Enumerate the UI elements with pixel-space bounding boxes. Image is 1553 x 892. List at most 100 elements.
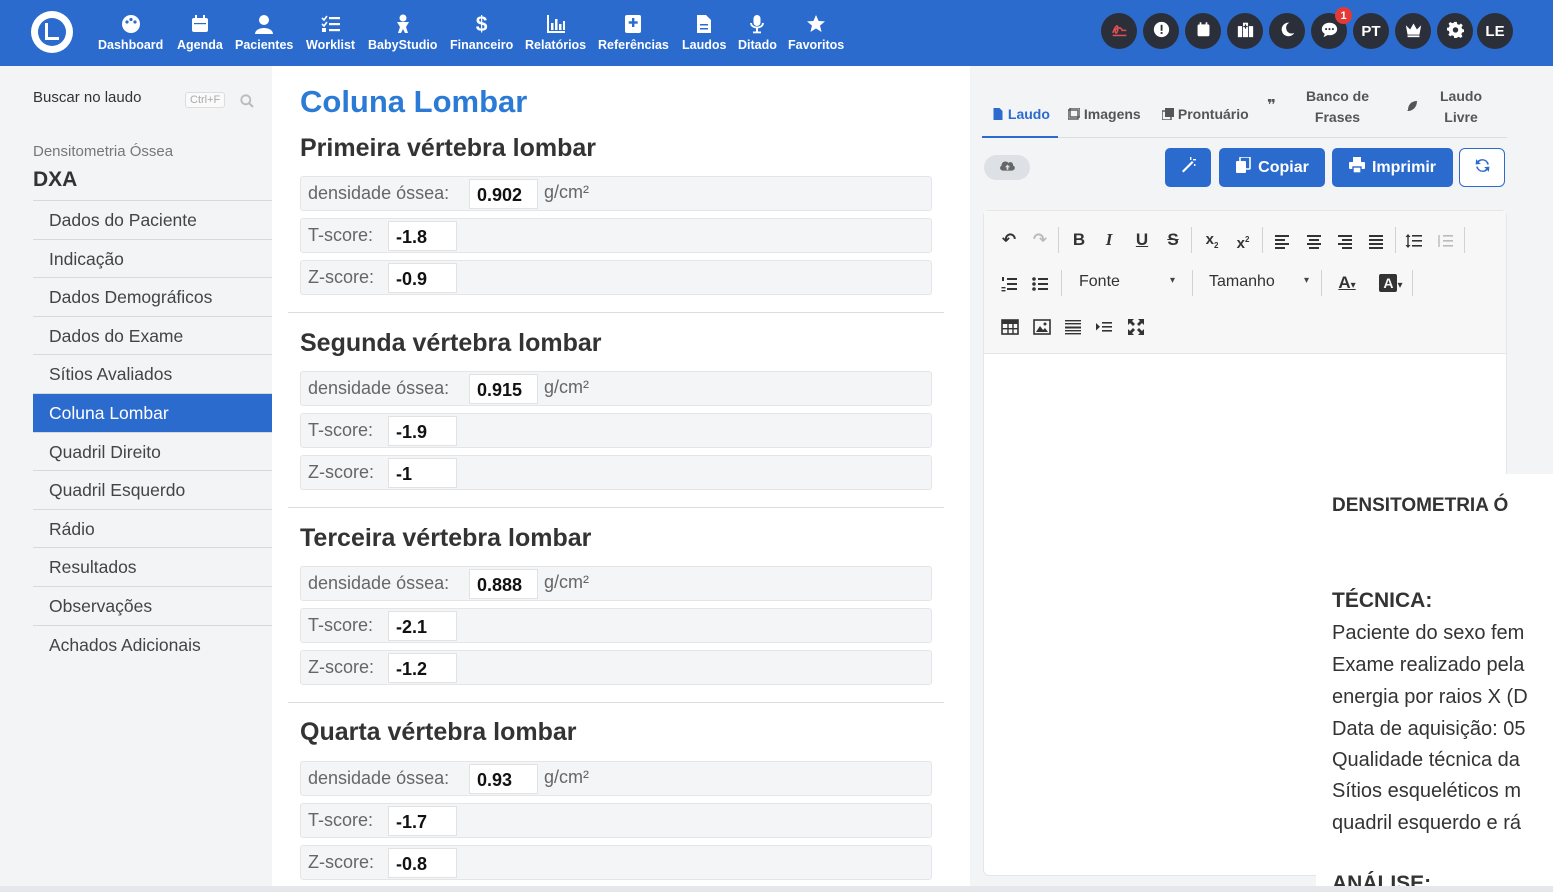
- sidebar-item-coluna-lombar[interactable]: Coluna Lombar: [33, 392, 272, 432]
- line-height-icon[interactable]: [1403, 227, 1425, 253]
- tab-livre-line2: Livre: [1444, 109, 1478, 125]
- nav-financeiro[interactable]: $ Financeiro: [450, 14, 513, 53]
- sidebar-item-quadril-esquerdo[interactable]: Quadril Esquerdo: [33, 470, 272, 509]
- search-icon[interactable]: [240, 94, 254, 108]
- settings-button[interactable]: [1437, 13, 1473, 49]
- vertebra-3-density-row: densidade óssea: 0.888 g/cm²: [300, 566, 932, 601]
- sidebar-item-dados-do-exame[interactable]: Dados do Exame: [33, 315, 272, 355]
- sidebar-item-observacoes[interactable]: Observações: [33, 585, 272, 625]
- nav-babystudio-label: BabyStudio: [368, 38, 438, 52]
- subscript-icon[interactable]: x2: [1200, 227, 1224, 253]
- size-select-label: Tamanho: [1209, 273, 1275, 290]
- underline-icon[interactable]: U: [1131, 227, 1153, 253]
- hospital-button[interactable]: [1227, 13, 1263, 49]
- indent-icon[interactable]: [1092, 313, 1116, 339]
- image-icon[interactable]: [1030, 313, 1054, 339]
- table-icon[interactable]: [998, 313, 1022, 339]
- calendar-button[interactable]: [1185, 13, 1221, 49]
- tab-imagens[interactable]: Imagens: [1067, 106, 1141, 122]
- vertebra-1-density-row: densidade óssea: 0.902 g/cm²: [300, 176, 932, 211]
- bold-icon[interactable]: B: [1068, 227, 1090, 253]
- redo-icon[interactable]: ↷: [1029, 227, 1051, 253]
- gear-icon: [1446, 21, 1464, 42]
- toolbar-separator: [1191, 227, 1192, 253]
- highlight-color-button[interactable]: A ▾: [1374, 270, 1408, 296]
- size-select[interactable]: Tamanho ▾: [1209, 273, 1309, 291]
- toolbar-separator: [1395, 227, 1396, 253]
- sidebar-item-quadril-direito[interactable]: Quadril Direito: [33, 431, 272, 471]
- messages-button[interactable]: 1: [1311, 7, 1352, 49]
- quote-icon: ❞: [1267, 97, 1276, 114]
- dark-mode-button[interactable]: [1269, 13, 1305, 49]
- italic-icon[interactable]: I: [1098, 227, 1120, 253]
- line-height-reduce-icon[interactable]: [1434, 227, 1456, 253]
- ordered-list-icon[interactable]: [998, 270, 1020, 296]
- nav-referencias[interactable]: Referências: [598, 14, 669, 52]
- sidebar-item-dados-do-paciente[interactable]: Dados do Paciente: [33, 200, 272, 239]
- bottom-scrollbar[interactable]: [0, 886, 1553, 892]
- align-justify-icon[interactable]: [1365, 227, 1387, 253]
- sidebar-item-indicacao[interactable]: Indicação: [33, 238, 272, 278]
- vertebra-3-density-input[interactable]: 0.888: [469, 569, 538, 599]
- superscript-icon[interactable]: x2: [1231, 227, 1255, 253]
- doc-line: Qualidade técnica da: [1332, 749, 1520, 771]
- nav-babystudio[interactable]: BabyStudio: [368, 14, 437, 52]
- premium-button[interactable]: [1395, 13, 1431, 49]
- unordered-list-icon[interactable]: [1029, 270, 1051, 296]
- align-left-icon[interactable]: [1271, 227, 1293, 253]
- alert-button[interactable]: [1143, 13, 1179, 49]
- align-center-icon[interactable]: [1303, 227, 1325, 253]
- nav-pacientes[interactable]: Pacientes: [235, 14, 293, 52]
- vertebra-2-density-input[interactable]: 0.915: [469, 374, 538, 404]
- print-button-label: Imprimir: [1371, 158, 1436, 176]
- tab-laudo[interactable]: Laudo: [992, 106, 1050, 122]
- vertebra-3-zscore-input[interactable]: -1.2: [388, 653, 457, 683]
- nav-laudos[interactable]: Laudos: [682, 14, 726, 52]
- sidebar-item-dados-demograficos[interactable]: Dados Demográficos: [33, 277, 272, 316]
- signature-button[interactable]: [1101, 13, 1137, 49]
- horizontal-rule-icon[interactable]: [1061, 313, 1085, 339]
- nav-relatorios[interactable]: Relatórios: [525, 14, 586, 52]
- moon-icon: [1279, 21, 1296, 42]
- vertebra-4-density-input[interactable]: 0.93: [469, 764, 538, 794]
- vertebra-1-zscore-input[interactable]: -0.9: [388, 263, 457, 293]
- zscore-label: Z-score:: [308, 267, 375, 287]
- font-color-button[interactable]: A▾: [1330, 270, 1364, 296]
- vertebra-4-tscore-input[interactable]: -1.7: [388, 806, 457, 836]
- refresh-button[interactable]: [1459, 148, 1505, 187]
- nav-favoritos[interactable]: Favoritos: [788, 14, 844, 52]
- vertebra-2-tscore-input[interactable]: -1.9: [388, 416, 457, 446]
- doc-line: Data de aquisição: 05: [1332, 718, 1526, 740]
- align-right-icon[interactable]: [1334, 227, 1356, 253]
- app-logo[interactable]: [31, 11, 73, 53]
- cloud-upload-button[interactable]: [984, 155, 1030, 180]
- user-avatar[interactable]: LE: [1477, 13, 1513, 49]
- print-button[interactable]: Imprimir: [1332, 148, 1453, 187]
- fullscreen-icon[interactable]: [1124, 313, 1148, 339]
- language-button[interactable]: PT: [1353, 13, 1389, 49]
- nav-ditado[interactable]: Ditado: [738, 14, 777, 52]
- vertebra-4-zscore-row: Z-score: -0.8: [300, 845, 932, 880]
- vertebra-1-tscore-input[interactable]: -1.8: [388, 221, 457, 251]
- tab-banco-de-frases[interactable]: Banco de Frases: [1306, 86, 1369, 128]
- sidebar-item-radio[interactable]: Rádio: [33, 508, 272, 548]
- vertebra-2-zscore-input[interactable]: -1: [388, 458, 457, 488]
- strikethrough-icon[interactable]: S: [1162, 227, 1184, 253]
- vertebra-3-tscore-input[interactable]: -2.1: [388, 611, 457, 641]
- tab-laudo-livre[interactable]: Laudo Livre: [1440, 86, 1482, 128]
- search-label[interactable]: Buscar no laudo: [33, 89, 141, 106]
- tab-prontuario[interactable]: Prontuário: [1161, 106, 1249, 122]
- sidebar-item-sitios-avaliados[interactable]: Sítios Avaliados: [33, 354, 272, 393]
- sidebar-item-achados-adicionais[interactable]: Achados Adicionais: [33, 624, 272, 664]
- font-select[interactable]: Fonte ▾: [1079, 273, 1179, 291]
- clone-icon: [1161, 106, 1174, 122]
- nav-dashboard[interactable]: Dashboard: [98, 14, 163, 52]
- copy-button[interactable]: Copiar: [1219, 148, 1325, 187]
- vertebra-4-zscore-input[interactable]: -0.8: [388, 848, 457, 878]
- nav-worklist[interactable]: Worklist: [306, 14, 355, 52]
- vertebra-1-density-input[interactable]: 0.902: [469, 179, 538, 209]
- undo-icon[interactable]: ↶: [998, 227, 1020, 253]
- auto-generate-button[interactable]: [1165, 148, 1211, 187]
- nav-agenda[interactable]: Agenda: [177, 14, 223, 52]
- sidebar-item-resultados[interactable]: Resultados: [33, 547, 272, 586]
